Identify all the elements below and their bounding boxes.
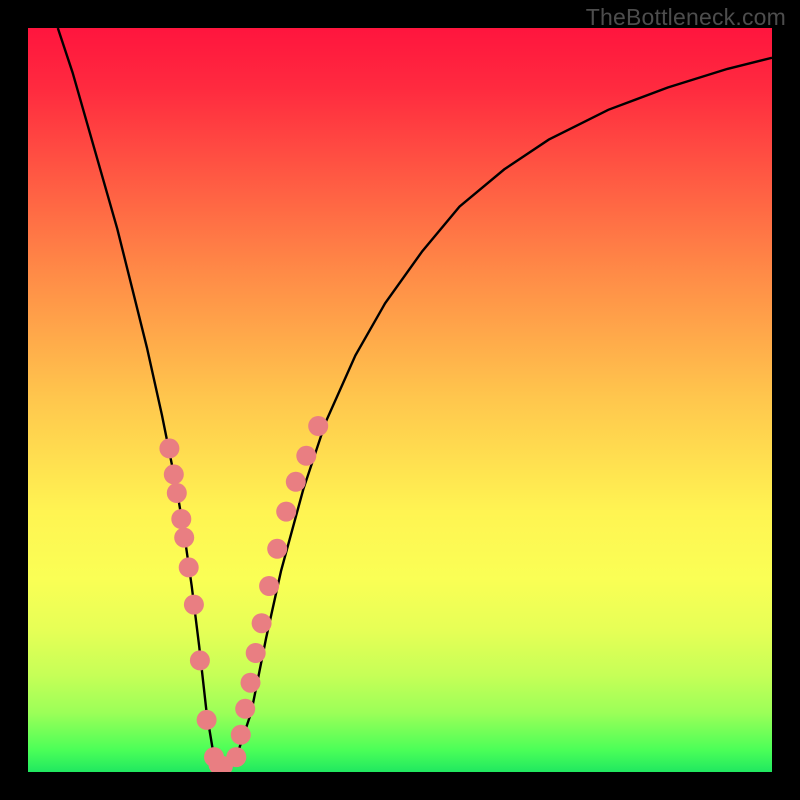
data-point [184,595,204,615]
data-point [164,464,184,484]
chart-area [28,28,772,772]
dots-right-cluster [226,416,328,767]
data-point [308,416,328,436]
dots-left-cluster [159,438,233,772]
data-point [241,673,261,693]
data-point [171,509,191,529]
data-point [197,710,217,730]
watermark-text: TheBottleneck.com [586,4,786,31]
data-point [167,483,187,503]
curve-line [58,28,772,766]
data-point [179,557,199,577]
data-point [226,747,246,767]
data-point [296,446,316,466]
data-point [259,576,279,596]
data-point [174,528,194,548]
data-point [246,643,266,663]
data-point [235,699,255,719]
data-point [276,502,296,522]
data-point [267,539,287,559]
data-point [159,438,179,458]
data-point [252,613,272,633]
v-curve-plot [28,28,772,772]
data-point [231,725,251,745]
data-point [286,472,306,492]
data-point [190,650,210,670]
